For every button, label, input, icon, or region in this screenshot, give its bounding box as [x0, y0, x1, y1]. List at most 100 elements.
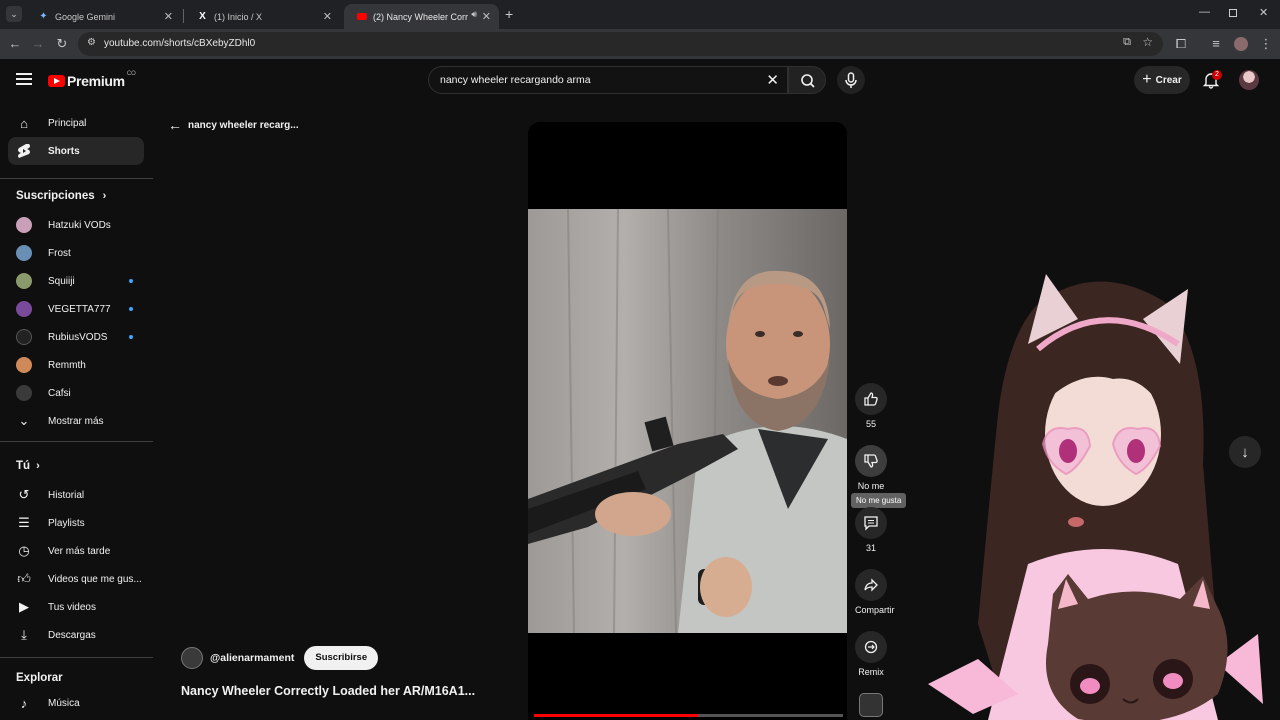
forward-icon[interactable]: → [29, 35, 47, 53]
tab-title: (2) Nancy Wheeler Correctly [373, 11, 468, 22]
channel-name: Frost [48, 247, 71, 259]
channel-avatar [16, 217, 32, 233]
chrome-menu-icon[interactable]: ⋮ [1257, 35, 1275, 53]
tab-youtube-short[interactable]: (2) Nancy Wheeler Correctly 🔊︎ ✕ [344, 4, 499, 29]
channel-name: VEGETTA777 [48, 303, 111, 315]
youtube-premium-logo[interactable]: Premium CO [48, 71, 136, 89]
create-button[interactable]: + Crear [1134, 66, 1190, 94]
new-content-dot [129, 335, 133, 339]
speaker-icon[interactable]: 🔊︎ [471, 9, 477, 20]
playlists-icon: ☰ [18, 515, 30, 530]
sidebar-item-watch-later[interactable]: ◷ Ver más tarde [8, 537, 144, 565]
back-icon[interactable]: ← [6, 35, 24, 53]
sidebar-item-label: Historial [48, 489, 85, 501]
search-query: nancy wheeler recargando arma [440, 74, 591, 86]
subscriptions-header[interactable]: Suscripciones › [16, 190, 106, 202]
channel-avatar [16, 301, 32, 317]
search-input[interactable]: nancy wheeler recargando arma ✕ [428, 66, 788, 94]
address-bar[interactable]: ⚙ youtube.com/shorts/cBXebyZDhl0 ⧉ ☆ [78, 32, 1163, 56]
sidebar-sub-item[interactable]: Hatzuki VODs [8, 211, 144, 239]
comment-count: 31 [865, 543, 876, 553]
youtube-page: Premium CO nancy wheeler recargando arma… [0, 59, 1280, 720]
history-icon: ↺ [18, 487, 30, 502]
sidebar-item-principal[interactable]: ⌂ Principal [8, 109, 144, 137]
remix-label: Remix [858, 667, 884, 677]
channel-avatar [16, 357, 32, 373]
search-icon [801, 74, 815, 88]
remix-button[interactable]: Remix [855, 631, 887, 677]
sidebar-sub-item[interactable]: RubiusVODS [8, 323, 144, 351]
clear-search-icon[interactable]: ✕ [766, 71, 779, 89]
sidebar-item-label: Música [48, 697, 80, 709]
close-tab-icon[interactable]: ✕ [323, 10, 332, 23]
show-more-button[interactable]: ⌄ Mostrar más [8, 407, 144, 435]
notification-count-badge: 2 [1212, 70, 1222, 80]
dislike-button[interactable]: No me [855, 445, 887, 491]
tab-title: (1) Inicio / X [214, 11, 263, 22]
bookmark-star-icon[interactable]: ☆ [1142, 35, 1153, 49]
voice-search-button[interactable] [837, 66, 865, 94]
sidebar-item-your-videos[interactable]: ▶ Tus videos [8, 593, 144, 621]
channel-name: Hatzuki VODs [48, 219, 111, 231]
close-tab-icon[interactable]: ✕ [482, 10, 491, 23]
sidebar-item-playlists[interactable]: ☰ Playlists [8, 509, 144, 537]
new-tab-button[interactable]: + [505, 6, 513, 22]
gemini-icon: ✦ [39, 11, 48, 22]
sidebar-item-liked-videos[interactable]: 👍︎ Videos que me gus... [8, 565, 144, 593]
channel-handle[interactable]: @alienarmament [210, 652, 294, 664]
close-window-icon[interactable]: ✕ [1259, 6, 1268, 19]
clock-icon: ◷ [18, 543, 30, 558]
sidebar-sub-item[interactable]: Squiiji [8, 267, 144, 295]
sidebar-item-label: Shorts [48, 145, 80, 157]
country-code: CO [126, 71, 136, 77]
remix-icon [855, 631, 887, 663]
audio-source-thumbnail[interactable] [859, 693, 883, 717]
sidebar-sub-item[interactable]: VEGETTA777 [8, 295, 144, 323]
comments-button[interactable]: 31 [855, 507, 887, 553]
account-avatar[interactable] [1239, 70, 1259, 90]
subscribe-button[interactable]: Suscribirse [304, 646, 379, 670]
sidebar-item-music[interactable]: ♪ Música [8, 689, 144, 717]
channel-avatar[interactable] [181, 647, 203, 669]
shorts-video-player[interactable] [528, 122, 847, 720]
tab-x-inicio[interactable]: X (1) Inicio / X ✕ [185, 4, 340, 29]
video-icon: ▶ [19, 599, 29, 614]
like-button[interactable]: 55 [855, 383, 887, 429]
search-button[interactable] [788, 66, 826, 94]
x-icon: X [199, 11, 206, 22]
create-label: Crear [1155, 74, 1182, 86]
profile-avatar[interactable] [1234, 37, 1248, 51]
restore-icon[interactable] [1229, 9, 1237, 17]
channel-row: @alienarmament Suscribirse [181, 646, 379, 670]
install-app-icon[interactable]: ⧉ [1123, 36, 1131, 49]
microphone-icon [845, 72, 857, 88]
channel-name: Remmth [48, 359, 86, 371]
close-tab-icon[interactable]: ✕ [164, 10, 173, 23]
share-button[interactable]: Compartir [855, 569, 895, 615]
channel-avatar [16, 273, 32, 289]
comment-icon [855, 507, 887, 539]
media-control-icon[interactable]: ≡ [1207, 35, 1225, 53]
menu-icon[interactable] [16, 73, 32, 85]
site-info-icon[interactable]: ⚙ [87, 37, 96, 48]
sidebar-sub-item[interactable]: Frost [8, 239, 144, 267]
video-progress-bar[interactable] [534, 714, 843, 717]
minimize-icon[interactable]: — [1199, 6, 1210, 18]
sidebar-item-downloads[interactable]: ⤓ Descargas [8, 621, 144, 649]
sidebar-sub-item[interactable]: Cafsi [8, 379, 144, 407]
you-header[interactable]: Tú › [16, 460, 40, 472]
tab-google-gemini[interactable]: ✦ Google Gemini ✕ [26, 4, 181, 29]
tab-search-dropdown[interactable]: ⌄ [6, 6, 22, 22]
logo-text: Premium [67, 73, 125, 89]
vtuber-avatar-overlay [928, 274, 1263, 720]
extensions-icon[interactable]: ⧠ [1172, 35, 1190, 53]
shorts-back-button[interactable]: ← nancy wheeler recarg... [168, 117, 299, 133]
show-more-label: Mostrar más [48, 415, 104, 427]
sidebar-sub-item[interactable]: Remmth [8, 351, 144, 379]
sidebar-item-historial[interactable]: ↺ Historial [8, 481, 144, 509]
new-content-dot [129, 279, 133, 283]
sidebar-item-shorts[interactable]: Shorts [8, 137, 144, 165]
reload-icon[interactable]: ↻ [53, 35, 71, 53]
sidebar-item-label: Tus videos [48, 601, 96, 613]
video-title[interactable]: Nancy Wheeler Correctly Loaded her AR/M1… [181, 684, 475, 698]
